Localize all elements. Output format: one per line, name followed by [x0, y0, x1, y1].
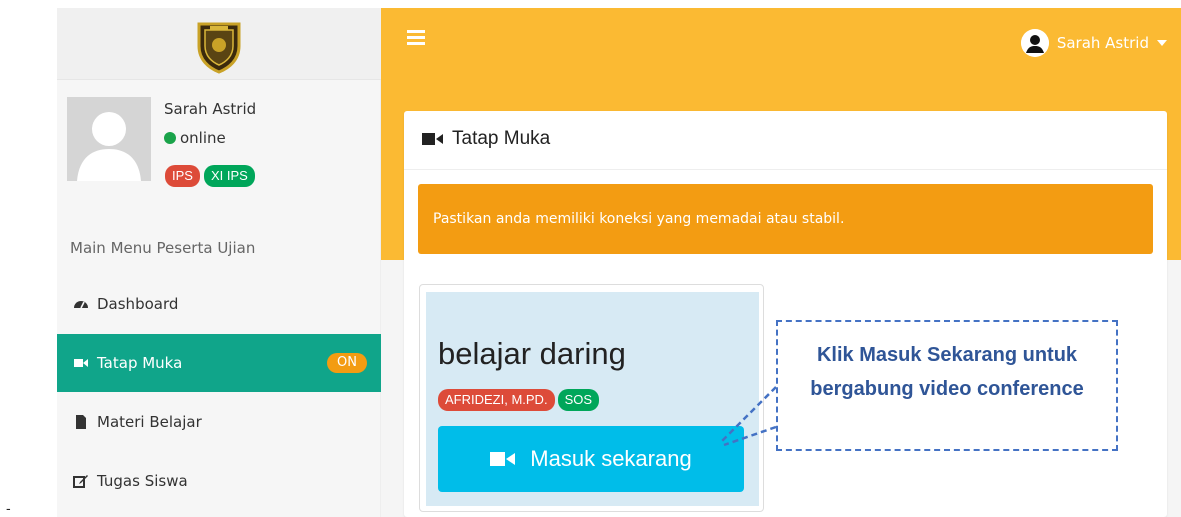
sidebar-user-name: Sarah Astrid [164, 100, 257, 118]
user-avatar-icon [1020, 29, 1049, 57]
sidebar-item-tugas-siswa[interactable]: Tugas Siswa [57, 452, 381, 510]
hamburger-menu-icon[interactable] [407, 30, 425, 46]
room-badges: AFRIDEZI, M.PD. SOS [438, 389, 600, 411]
margin-mark: - [6, 500, 11, 516]
video-camera-icon [74, 359, 88, 367]
sidebar-item-label: Materi Belajar [97, 413, 202, 431]
page-title-text: Tatap Muka [452, 128, 551, 149]
join-button-label: Masuk sekarang [530, 446, 692, 471]
sidebar-item-tatap-muka[interactable]: Tatap Muka ON [57, 334, 381, 392]
file-icon [76, 415, 86, 429]
status-label: online [180, 129, 226, 147]
user-panel: Sarah Astrid online IPS XI IPS [57, 88, 381, 198]
room-title: belajar daring [438, 336, 626, 371]
dashboard-icon [74, 301, 88, 309]
sidebar-item-materi-belajar[interactable]: Materi Belajar [57, 393, 381, 451]
sidebar-item-label: Tugas Siswa [97, 472, 188, 490]
sidebar-item-label: Tatap Muka [97, 354, 183, 372]
menu-header: Main Menu Peserta Ujian [70, 239, 256, 257]
divider [404, 169, 1167, 170]
school-logo-icon[interactable] [195, 20, 243, 74]
top-navbar: Sarah Astrid [381, 8, 1181, 80]
video-camera-icon [490, 452, 516, 466]
sidebar-item-label: Dashboard [97, 295, 179, 313]
callout-pointer [721, 386, 777, 447]
subject-badge: SOS [557, 389, 600, 411]
instruction-callout: Klik Masuk Sekarang untuk bergabung vide… [776, 320, 1118, 451]
online-dot-icon [164, 132, 176, 144]
logo-area [57, 8, 381, 80]
page-title: Tatap Muka [422, 128, 550, 150]
connection-alert: Pastikan anda memiliki koneksi yang mema… [418, 184, 1153, 254]
topbar-username: Sarah Astrid [1056, 34, 1149, 52]
avatar [67, 97, 151, 181]
user-badges: IPS XI IPS [165, 165, 255, 187]
sidebar: Sarah Astrid online IPS XI IPS Main Menu… [57, 8, 381, 517]
user-status: online [164, 129, 226, 147]
user-menu[interactable]: Sarah Astrid [1020, 29, 1167, 57]
class-badge-class: XI IPS [203, 165, 255, 187]
teacher-badge: AFRIDEZI, M.PD. [438, 389, 555, 411]
edit-icon [73, 475, 88, 488]
video-camera-icon [422, 133, 443, 145]
status-badge: ON [327, 353, 367, 373]
class-badge-major: IPS [165, 165, 200, 187]
screen: - Sarah Astrid online IPS XI IPS Main Me… [0, 0, 1181, 517]
caret-down-icon [1157, 40, 1167, 46]
user-silhouette-icon [67, 97, 151, 181]
sidebar-item-dashboard[interactable]: Dashboard [57, 275, 381, 333]
callout-text: Klik Masuk Sekarang untuk bergabung vide… [810, 344, 1084, 400]
